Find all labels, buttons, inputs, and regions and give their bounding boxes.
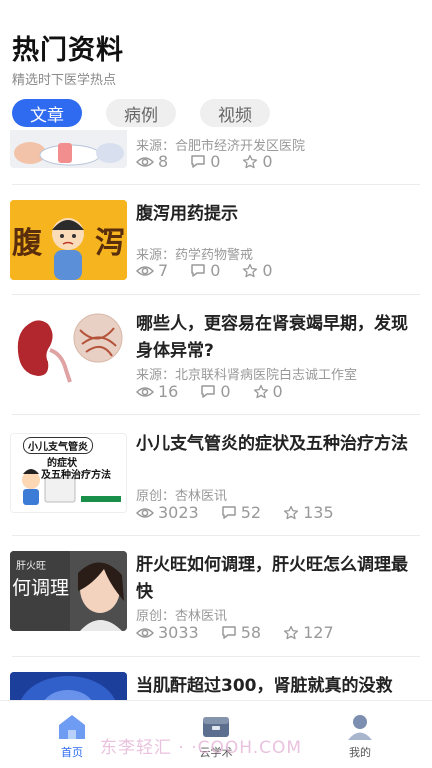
tab-bar: 文章 病例 视频 [12, 99, 294, 127]
tab-cases[interactable]: 病例 [106, 99, 176, 127]
star-icon [243, 263, 258, 277]
star-icon [243, 154, 258, 168]
comment-count: 0 [190, 152, 220, 171]
article-title[interactable]: 小儿支气管炎的症状及五种治疗方法 [136, 431, 418, 458]
article-thumbnail: 腹 泻 [10, 200, 127, 280]
eye-icon [136, 386, 154, 397]
thumb-text-left: 腹 [12, 226, 42, 261]
thumb-line3: 及五种治疗方法 [41, 470, 111, 481]
view-count: 8 [136, 152, 168, 171]
page-title: 热门资料 [12, 35, 124, 66]
article-source: 原创：杏林医讯 [136, 489, 228, 504]
comment-count: 52 [221, 503, 261, 522]
article-thumbnail [10, 130, 127, 168]
article-stats: 8 0 0 [136, 152, 295, 171]
like-count: 0 [242, 152, 273, 171]
eye-icon [136, 265, 154, 276]
article-thumbnail [10, 672, 127, 700]
nav-home-label: 首页 [61, 746, 83, 759]
tab-articles[interactable]: 文章 [12, 99, 82, 127]
eye-icon [136, 156, 154, 167]
article-title[interactable]: 肝火旺如何调理，肝火旺怎么调理最快 [136, 552, 418, 606]
star-icon [284, 625, 299, 639]
view-count: 16 [136, 382, 178, 401]
article-stats: 16 0 0 [136, 382, 305, 401]
list-item[interactable]: 肝火旺 何调理 肝火旺如何调理，肝火旺怎么调理最快 原创：杏林医讯 3033 5… [0, 536, 432, 657]
thumb-line1: 小儿支气管炎 [23, 437, 93, 454]
article-stats: 3033 58 127 [136, 623, 356, 642]
view-count: 3033 [136, 623, 199, 642]
eye-icon [136, 507, 154, 518]
home-icon [59, 715, 85, 739]
view-count: 7 [136, 261, 168, 280]
article-thumbnail: 肝火旺 何调理 [10, 551, 127, 631]
article-stats: 7 0 0 [136, 261, 295, 280]
article-title[interactable]: 当肌酐超过300，肾脏就真的没救 [136, 673, 418, 700]
comment-count: 0 [200, 382, 231, 401]
list-item[interactable]: 腹 泻 腹泻用药提示 来源：药学药物警戒 7 0 0 [0, 185, 432, 295]
article-stats: 3023 52 135 [136, 503, 356, 522]
article-title[interactable]: 腹泻用药提示 [136, 201, 418, 228]
star-icon [253, 384, 268, 398]
comment-icon [221, 626, 236, 639]
header: 热门资料 精选时下医学热点 文章 病例 视频 [0, 0, 432, 130]
tab-videos[interactable]: 视频 [200, 99, 270, 127]
thumb-line2: 何调理 [12, 577, 70, 599]
article-thumbnail [10, 310, 127, 390]
profile-icon [348, 715, 372, 740]
comment-icon [191, 155, 205, 168]
list-item[interactable]: 来源：合肥市经济开发区医院 8 0 0 [0, 130, 432, 185]
like-count: 135 [283, 503, 334, 522]
view-count: 3023 [136, 503, 199, 522]
list-item[interactable]: 小儿支气管炎 的症状 及五种治疗方法 小儿支气管炎的症状及五种治疗方法 原创：杏… [0, 415, 432, 536]
watermark: 东李轻汇 · ·COOH.COM [100, 738, 303, 758]
star-icon [284, 505, 299, 519]
article-source: 来源：合肥市经济开发区医院 [136, 139, 306, 151]
nav-profile-label: 我的 [349, 746, 371, 759]
article-list[interactable]: 来源：合肥市经济开发区医院 8 0 0 腹 泻 腹泻用药提示 来源：药学药物警戒… [0, 130, 432, 700]
thumb-line1: 肝火旺 [16, 561, 46, 572]
like-count: 0 [242, 261, 273, 280]
like-count: 127 [283, 623, 334, 642]
list-item[interactable]: 当肌酐超过300，肾脏就真的没救 [0, 657, 432, 700]
page-subtitle: 精选时下医学热点 [12, 73, 117, 88]
article-source: 来源：北京联科肾病医院白志诚工作室 [136, 368, 358, 383]
comment-count: 0 [190, 261, 220, 280]
comment-icon [191, 264, 205, 277]
comment-count: 58 [221, 623, 261, 642]
list-item[interactable]: 哪些人，更容易在肾衰竭早期，发现身体异常? 来源：北京联科肾病医院白志诚工作室 … [0, 295, 432, 415]
comment-icon [221, 506, 236, 519]
article-source: 原创：杏林医讯 [136, 609, 228, 624]
article-title[interactable]: 哪些人，更容易在肾衰竭早期，发现身体异常? [136, 311, 418, 365]
comment-icon [201, 385, 216, 398]
like-count: 0 [253, 382, 283, 401]
thumb-text-right: 泻 [95, 226, 125, 261]
nav-profile[interactable]: 我的 [320, 713, 400, 760]
eye-icon [136, 627, 154, 638]
article-thumbnail: 小儿支气管炎 的症状 及五种治疗方法 [10, 433, 127, 513]
